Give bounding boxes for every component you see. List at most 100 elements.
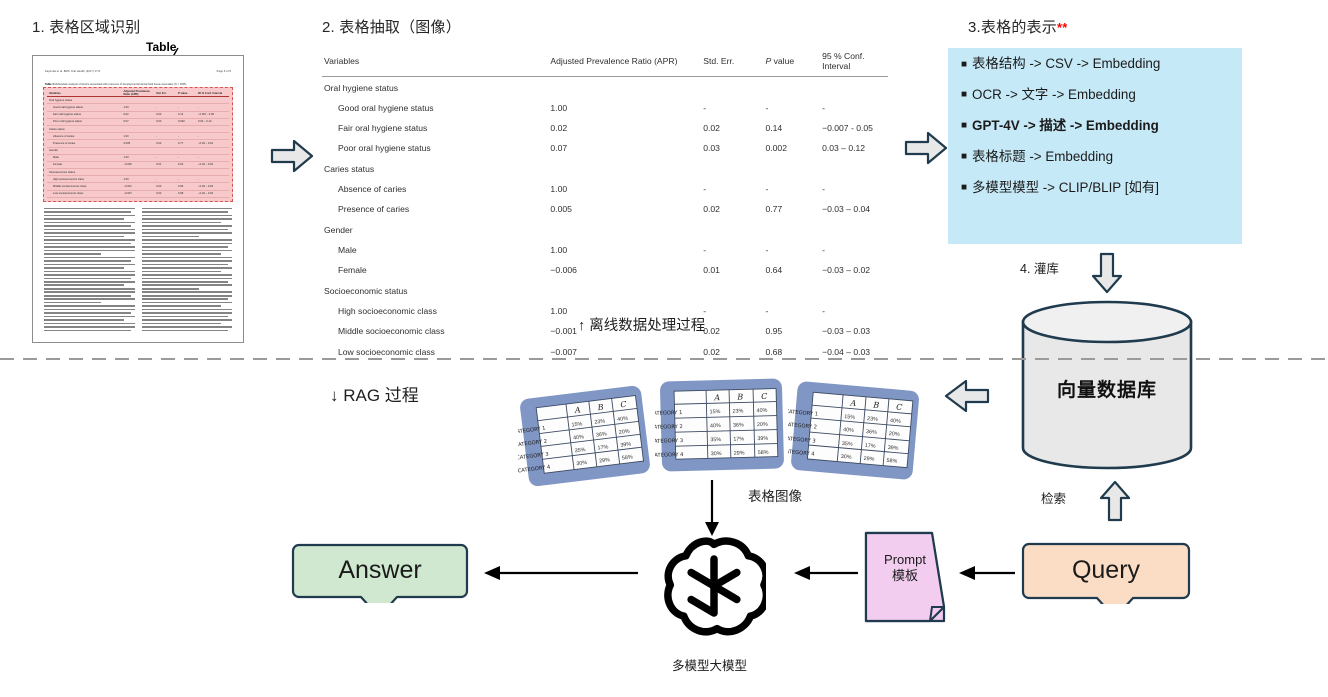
cell-apr [548,280,701,301]
cell-conf-interval: −0.03 – 0.03 [822,326,871,337]
mini-cell-apr: 1.00 [123,134,129,138]
section-2-number: 2. [322,19,335,36]
document-page-preview[interactable]: Fapunda et al. BMC Oral Health (2017) 17… [32,55,244,343]
detected-table-region[interactable]: Variables Adjusted Prevalence Ratio (APR… [43,87,233,202]
doc-body-columns [33,202,243,333]
table-row: Good oral hygiene status 1.00 - - - [322,98,888,118]
svg-text:39%: 39% [757,436,768,442]
col-header-std-err: Std. Err. [701,48,764,77]
section-3-stars: ** [1056,20,1068,35]
table-row: Socioeconomic status [322,280,888,301]
cell-conf-interval: −0.007 - 0.05 [822,122,873,133]
svg-text:CATEGORY 4: CATEGORY 4 [655,452,684,459]
cell-variable: Caries status [324,163,375,174]
cell-variable: Socioeconomic status [324,285,408,296]
mini-col-1: Adjusted Prevalence Ratio (APR) [123,90,150,97]
mini-cell-variable: Presence of caries [53,141,76,145]
mini-cell-apr: 1.00 [123,105,129,109]
cell-variable: Female [338,265,367,276]
cell-apr: 0.02 [550,122,568,133]
mini-col-0: Variables [49,91,61,95]
representation-item-2[interactable]: ■ OCR -> 文字 -> Embedding [961,88,1242,101]
prompt-line-1: Prompt [884,552,926,567]
mini-cell-std-err: 0.01 [156,163,162,167]
svg-text:A: A [849,398,857,408]
cell-std-err: 0.01 [703,265,720,276]
cell-apr [548,158,701,179]
svg-text:C: C [761,392,767,401]
mini-cell-variable: Socioeconomic status [49,170,76,174]
prompt-line-2: 模板 [891,568,918,584]
mini-cell-variable: High socioeconomic class [53,177,84,181]
cell-p-value: 0.77 [765,204,783,215]
representation-item-3[interactable]: ■ GPT-4V -> 描述 -> Embedding [961,119,1242,132]
mini-cell-variable: Fair oral hygiene status [53,113,81,117]
mini-cell-p-value: - [178,134,179,138]
mini-cell-variable: Caries status [49,127,65,131]
mini-cell-conf-interval: −0.04 – 0.03 [198,192,214,196]
cell-variable: Male [338,245,357,256]
table-image-card-right[interactable]: A B C CATEGORY 1 CATEGORY 2 CATEGORY 3 C… [788,377,922,485]
square-bullet-icon: ■ [961,58,968,70]
cell-variable: Poor oral hygiene status [338,143,431,154]
svg-text:B: B [736,392,743,401]
cell-conf-interval [820,158,888,179]
mini-cell-variable: Absence of caries [53,134,75,138]
doc-running-head: Fapunda et al. BMC Oral Health (2017) 17… [33,56,243,73]
table-image-card-center[interactable]: A B C CATEGORY 1 CATEGORY 2 CATEGORY 3 C… [655,372,789,480]
cell-apr: 0.005 [550,204,572,215]
cell-std-err: 0.02 [703,204,720,215]
mini-cell-p-value: 0.77 [178,141,184,145]
cell-conf-interval: −0.03 – 0.02 [822,265,871,276]
mini-table-row: Male 1.00 - - - [47,155,229,162]
mini-col-2: Std. Err. [156,91,167,95]
representation-item-1[interactable]: ■ 表格结构 -> CSV -> Embedding [961,57,1242,70]
cell-conf-interval [820,77,888,98]
cell-p-value: 0.002 [765,143,787,154]
svg-text:40%: 40% [757,408,768,414]
section-divider [0,358,1328,360]
doc-head-right: Page 6 of 8 [216,70,231,73]
doc-body-column-right [141,207,232,333]
svg-text:CATEGORY 3: CATEGORY 3 [655,438,683,445]
p-rest: value [771,56,795,66]
section-1-title: 表格区域识别 [49,19,141,36]
mini-table-row: Gender [47,148,229,155]
mini-table-row: Socioeconomic status [47,169,229,177]
representation-item-label: OCR -> 文字 -> Embedding [972,86,1136,102]
square-bullet-icon: ■ [961,182,968,194]
mini-cell-conf-interval: - [198,105,199,109]
mini-cell-p-value: 0.95 [178,185,184,189]
mini-cell-std-err: - [156,156,158,160]
table-image-card-left[interactable]: A B C CATEGORY 1 CATEGORY 2 CATEGORY 3 C… [518,382,652,490]
mini-table-row: Absence of caries 1.00 - - - [47,133,229,141]
svg-text:40%: 40% [710,423,721,429]
cell-apr [548,77,701,98]
cell-conf-interval: - [822,102,825,113]
representation-item-4[interactable]: ■ 表格标题 -> Embedding [961,150,1242,163]
representation-item-label: 表格结构 -> CSV -> Embedding [972,56,1161,71]
mini-table-row: Good oral hygiene status 1.00 - - - [47,104,229,112]
mini-cell-apr: 1.00 [123,177,129,181]
rag-process-label: ↓ RAG 过程 [330,386,419,405]
arrow-extract-to-representation [904,130,948,166]
representation-item-5[interactable]: ■ 多模型模型 -> CLIP/BLIP [如有] [961,180,1242,194]
doc-body-column-left [44,207,135,333]
mini-table-row: Oral hygiene status [47,97,229,105]
cell-variable: High socioeconomic class [338,306,437,317]
mini-cell-std-err: 0.02 [156,192,162,196]
arrow-prompt-to-llm [794,566,858,580]
cell-variable: Oral hygiene status [324,82,399,93]
arrow-detect-to-extract [270,138,314,174]
svg-text:36%: 36% [866,429,877,436]
cell-std-err: 0.02 [703,122,720,133]
cell-p-value [763,219,820,240]
cell-conf-interval: −0.03 – 0.04 [822,204,871,215]
section-3-title: 表格的表示 [980,19,1057,36]
table-row: Caries status [322,158,888,179]
mini-cell-apr: 0.07 [123,120,129,124]
mini-cell-p-value: 0.002 [178,120,185,124]
arrow-query-to-prompt [959,566,1015,580]
arrow-fill-database [1090,252,1124,294]
cell-apr [548,219,701,240]
